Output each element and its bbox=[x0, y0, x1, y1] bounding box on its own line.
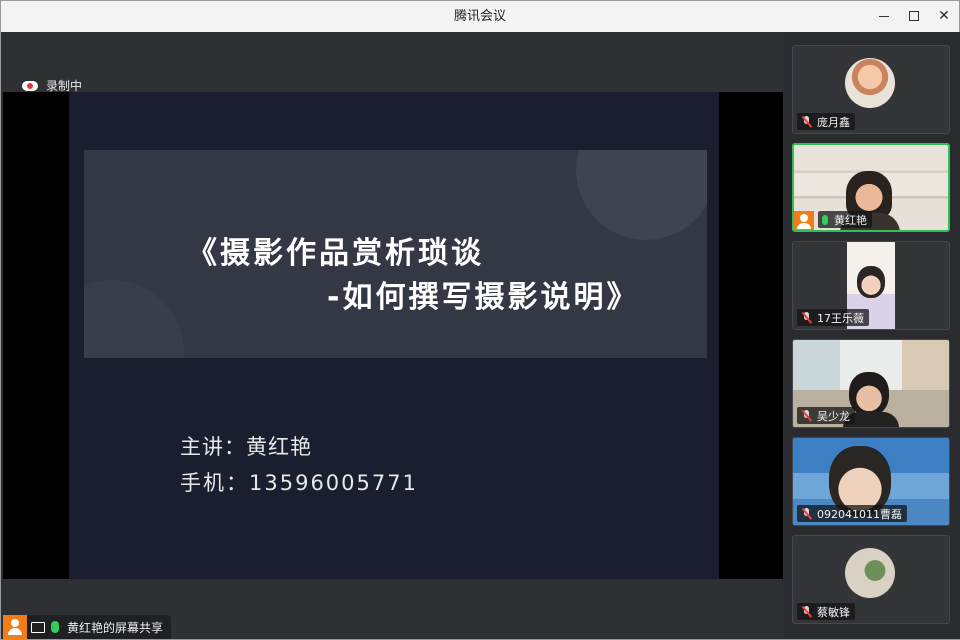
screen-share-view[interactable]: 《摄影作品赏析琐谈 -如何撰写摄影说明》 主讲：黄红艳 手机：135960057… bbox=[3, 92, 783, 579]
maximize-button[interactable] bbox=[899, 1, 929, 32]
close-button[interactable]: ✕ bbox=[929, 1, 959, 32]
avatar bbox=[845, 58, 895, 108]
participant-name: 092041011曹磊 bbox=[817, 507, 902, 521]
participant-name: 吴少龙 bbox=[817, 409, 850, 423]
user-icon bbox=[794, 211, 814, 230]
main-stage: 录制中 《摄影作品赏析琐谈 -如何撰写摄影说明》 主讲：黄红艳 手机：13596… bbox=[2, 32, 783, 639]
minimize-icon bbox=[879, 16, 889, 17]
avatar bbox=[845, 548, 895, 598]
mic-icon bbox=[822, 214, 828, 225]
minimize-button[interactable] bbox=[869, 1, 899, 32]
window-title: 腾讯会议 bbox=[453, 9, 506, 24]
participant-tile[interactable]: 蔡敏锋 bbox=[792, 535, 950, 624]
participant-tile[interactable]: 092041011曹磊 bbox=[792, 437, 950, 526]
mic-muted-icon bbox=[801, 605, 812, 618]
user-icon bbox=[3, 615, 27, 639]
slide-title-line-1: 《摄影作品赏析琐谈 bbox=[187, 236, 484, 271]
participant-name: 黄红艳 bbox=[834, 213, 867, 227]
participant-name: 庞月鑫 bbox=[817, 115, 850, 129]
slide-speaker: 主讲：黄红艳 bbox=[180, 435, 312, 459]
mic-muted-icon bbox=[801, 409, 812, 422]
mic-muted-icon bbox=[801, 507, 812, 520]
participant-name: 17王乐薇 bbox=[817, 311, 864, 325]
decorative-circle bbox=[84, 280, 184, 358]
maximize-icon bbox=[909, 11, 919, 21]
screen-share-icon bbox=[31, 621, 45, 633]
title-bar: 腾讯会议 ✕ bbox=[1, 1, 959, 32]
record-cloud-icon bbox=[22, 80, 38, 91]
mic-muted-icon bbox=[801, 115, 812, 128]
recording-label: 录制中 bbox=[46, 78, 83, 93]
presentation-slide: 《摄影作品赏析琐谈 -如何撰写摄影说明》 主讲：黄红艳 手机：135960057… bbox=[69, 92, 719, 579]
screen-share-label: 黄红艳的屏幕共享 bbox=[3, 615, 172, 639]
mic-muted-icon bbox=[801, 311, 812, 324]
participant-tile[interactable]: 庞月鑫 bbox=[792, 45, 950, 134]
slide-title-line-2: -如何撰写摄影说明》 bbox=[327, 280, 640, 315]
participant-name: 蔡敏锋 bbox=[817, 605, 850, 619]
participant-list: 庞月鑫 黄红艳 17王乐薇 吴少龙 092041011曹磊 蔡敏锋 bbox=[784, 32, 960, 639]
close-icon: ✕ bbox=[938, 8, 950, 24]
mic-icon bbox=[51, 621, 59, 633]
slide-phone: 手机：13596005771 bbox=[180, 471, 418, 495]
decorative-circle bbox=[576, 150, 707, 240]
participant-tile-active[interactable]: 黄红艳 bbox=[792, 143, 950, 232]
meeting-window: 腾讯会议 ✕ 录制中 《摄影作品赏析琐谈 -如何撰写摄影说明》 主讲：黄红艳 手… bbox=[0, 0, 960, 640]
screen-share-owner: 黄红艳的屏幕共享 bbox=[67, 620, 164, 635]
participant-tile[interactable]: 17王乐薇 bbox=[792, 241, 950, 330]
participant-tile[interactable]: 吴少龙 bbox=[792, 339, 950, 428]
